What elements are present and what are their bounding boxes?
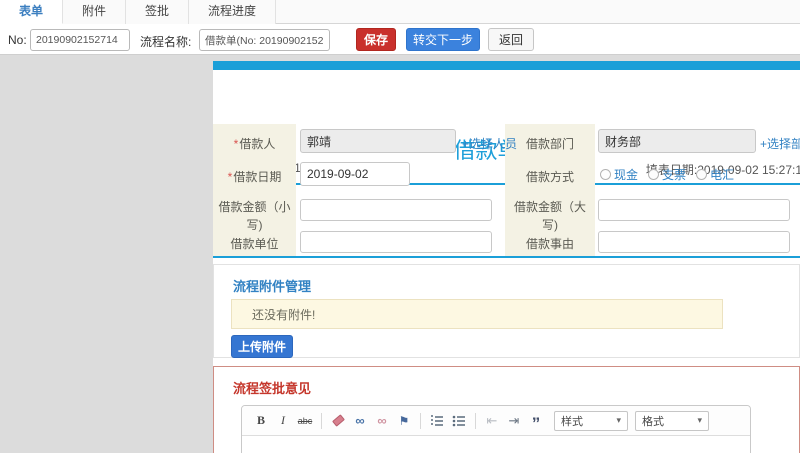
link-icon[interactable]: ∞ [351,411,369,431]
upload-attachment-button[interactable]: 上传附件 [231,335,293,358]
toolbar-separator [475,412,476,429]
next-step-button[interactable]: 转交下一步 [406,28,480,51]
required-mark: * [227,170,233,184]
tab-bar: 表单 附件 签批 流程进度 [0,0,800,24]
radio-icon[interactable] [600,169,611,180]
radio-cheque[interactable]: 支票 [648,166,686,183]
editor-toolbar: B I abc ∞ ∞ ⚑ ⇤ ⇥ ” 样式 ▾ 格式 ▾ [242,406,750,436]
amount-lower-label: 借款金额（小写) [218,200,291,232]
chevron-down-icon: ▾ [616,415,621,425]
back-button[interactable]: 返回 [488,28,534,51]
chevron-down-icon: ▾ [697,415,702,425]
outdent-icon[interactable]: ⇤ [483,411,501,431]
loan-reason-input[interactable] [598,231,790,253]
tab-form[interactable]: 表单 [0,0,64,24]
loan-reason-label: 借款事由 [525,237,574,251]
italic-icon[interactable]: I [274,411,292,431]
rich-text-editor: B I abc ∞ ∞ ⚑ ⇤ ⇥ ” 样式 ▾ 格式 ▾ [241,405,751,453]
save-button[interactable]: 保存 [356,28,396,51]
radio-icon[interactable] [648,169,660,180]
strikethrough-icon[interactable]: abc [296,411,314,431]
attachments-heading: 流程附件管理 [233,279,312,294]
loan-method-label: 借款方式 [525,170,574,184]
editor-body[interactable] [242,436,750,453]
bold-icon[interactable]: B [252,411,270,431]
radio-wire[interactable]: 电汇 [696,166,734,183]
accent-bar [213,61,800,70]
select-department-link[interactable]: +选择部门 [760,135,800,152]
amount-upper-label: 借款金额（大写) [513,200,586,232]
radio-cash[interactable]: 现金 [600,166,638,183]
loan-unit-input[interactable] [300,231,492,253]
unlink-icon[interactable]: ∞ [373,411,391,431]
approval-card: 流程签批意见 B I abc ∞ ∞ ⚑ ⇤ ⇥ ” 样式 ▾ 格式 ▾ [213,366,800,453]
format-dropdown[interactable]: 格式 ▾ [635,410,709,431]
no-attachments-alert: 还没有附件! [231,299,723,329]
process-name-input[interactable] [199,29,330,51]
loan-method-group: 现金 支票 电汇 [600,166,734,183]
no-input[interactable] [30,29,130,51]
toolbar-separator [321,412,322,429]
screen: 表单 附件 签批 流程进度 No: 流程名称: 保存 转交下一步 返回 借款单 … [0,0,800,453]
tab-attachments[interactable]: 附件 [63,0,127,24]
required-mark: * [233,137,239,151]
tab-progress[interactable]: 流程进度 [189,0,277,24]
divider [213,256,800,258]
styles-dropdown[interactable]: 样式 ▾ [554,410,628,431]
toolbar: No: 流程名称: 保存 转交下一步 返回 [0,24,800,55]
toolbar-separator [420,412,421,429]
process-name-label: 流程名称: [140,35,192,49]
no-label: No: [8,33,27,47]
remove-format-icon[interactable] [329,411,347,431]
amount-lower-input[interactable] [300,199,492,221]
anchor-icon[interactable]: ⚑ [395,411,413,431]
radio-icon[interactable] [696,169,708,180]
tab-approval[interactable]: 签批 [126,0,190,24]
bulleted-list-icon[interactable] [450,411,468,431]
no-attachments-text: 还没有附件! [252,307,316,322]
numbered-list-icon[interactable] [428,411,446,431]
approval-heading: 流程签批意见 [233,381,312,396]
attachments-card: 流程附件管理 还没有附件! 上传附件 [213,264,800,358]
blockquote-icon[interactable]: ” [527,411,545,432]
loan-unit-label: 借款单位 [230,237,279,251]
loan-date-input[interactable] [300,162,410,186]
borrower-label: *借款人 [233,137,276,151]
department-label: 借款部门 [525,137,574,151]
borrower-input[interactable] [300,129,456,153]
indent-icon[interactable]: ⇥ [505,411,523,431]
amount-upper-input[interactable] [598,199,790,221]
loan-date-label: *借款日期 [227,170,282,184]
department-input[interactable] [598,129,756,153]
